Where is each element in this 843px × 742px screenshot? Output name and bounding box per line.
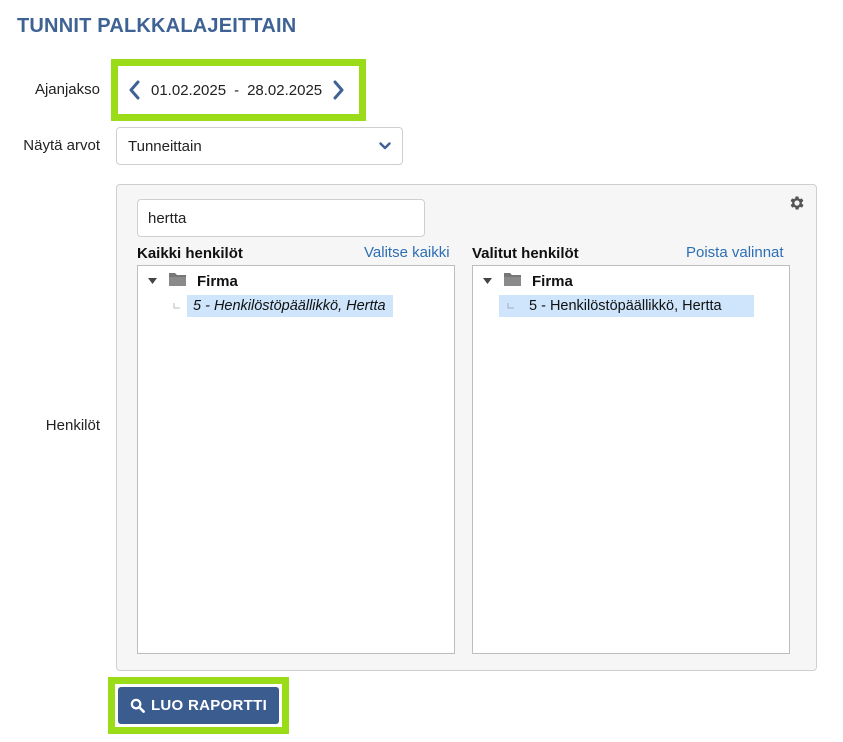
- period-end[interactable]: 28.02.2025: [240, 82, 329, 99]
- period-separator: -: [234, 81, 240, 99]
- report-button-highlight: LUO RAPORTTI: [108, 677, 289, 734]
- caret-down-icon[interactable]: [481, 275, 493, 287]
- search-icon: [130, 698, 145, 713]
- tree-folder-row: Firma: [146, 271, 238, 291]
- all-persons-heading: Kaikki henkilöt: [137, 245, 243, 262]
- clear-selection-link[interactable]: Poista valinnat: [686, 244, 784, 261]
- chevron-left-icon[interactable]: [124, 79, 144, 101]
- list-item[interactable]: 5 - Henkilöstöpäällikkö, Hertta: [499, 295, 754, 317]
- period-start[interactable]: 01.02.2025: [144, 82, 233, 99]
- leaf-icon: [173, 297, 187, 315]
- leaf-icon: [507, 303, 514, 309]
- page-title: TUNNIT PALKKALAJEITTAIN: [17, 15, 297, 37]
- all-persons-tree: Firma 5 - Henkilöstöpäällikkö, Hertta: [137, 265, 455, 654]
- selected-persons-tree: Firma 5 - Henkilöstöpäällikkö, Hertta: [472, 265, 790, 654]
- period-highlight: 01.02.2025 - 28.02.2025: [111, 59, 366, 121]
- folder-icon: [158, 271, 187, 292]
- create-report-button[interactable]: LUO RAPORTTI: [118, 687, 279, 724]
- display-label: Näytä arvot: [23, 137, 100, 154]
- chevron-down-icon: [379, 138, 391, 155]
- person-item-label: 5 - Henkilöstöpäällikkö, Hertta: [499, 295, 754, 317]
- display-select[interactable]: Tunneittain: [116, 127, 403, 165]
- period-selector: 01.02.2025 - 28.02.2025: [124, 72, 353, 108]
- selected-persons-heading: Valitut henkilöt: [472, 245, 579, 262]
- tree-folder-row: Firma: [481, 271, 573, 291]
- folder-icon: [493, 271, 522, 292]
- folder-label: Firma: [197, 272, 238, 290]
- person-search-input[interactable]: [137, 199, 425, 237]
- person-item-text: 5 - Henkilöstöpäällikkö, Hertta: [529, 298, 722, 314]
- period-label: Ajanjakso: [34, 81, 100, 98]
- list-item[interactable]: 5 - Henkilöstöpäällikkö, Hertta: [173, 295, 393, 317]
- select-all-link[interactable]: Valitse kaikki: [364, 244, 450, 261]
- create-report-label: LUO RAPORTTI: [150, 697, 268, 714]
- persons-panel: Kaikki henkilöt Valitse kaikki Firma 5 -…: [116, 184, 817, 671]
- gear-icon[interactable]: [788, 194, 806, 212]
- person-item-label: 5 - Henkilöstöpäällikkö, Hertta: [187, 295, 393, 317]
- folder-label: Firma: [532, 272, 573, 290]
- caret-down-icon[interactable]: [146, 275, 158, 287]
- display-selected-value: Tunneittain: [128, 137, 202, 155]
- chevron-right-icon[interactable]: [329, 79, 349, 101]
- persons-label: Henkilöt: [45, 417, 100, 434]
